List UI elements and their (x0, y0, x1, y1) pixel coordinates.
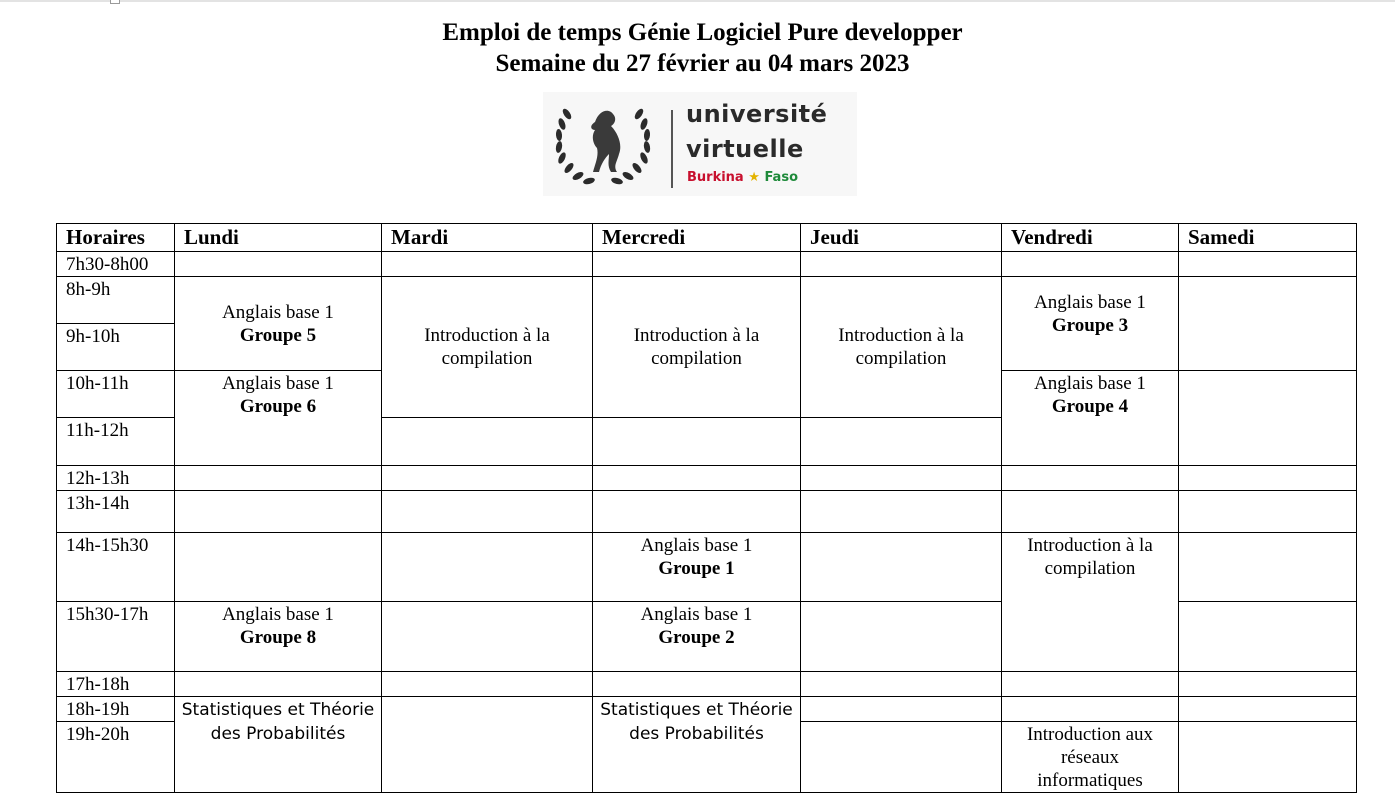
empty-cell (1178, 251, 1357, 277)
time-slot: 17h-18h (56, 671, 175, 697)
empty-cell (1178, 532, 1357, 602)
empty-cell (800, 532, 1002, 602)
empty-cell (1001, 696, 1179, 722)
empty-cell (174, 465, 382, 491)
empty-cell (592, 417, 801, 466)
empty-cell (1178, 721, 1357, 793)
column-header-lundi: Lundi (174, 223, 382, 252)
table-row: 7h30-8h00 (56, 251, 1357, 277)
column-header-vendredi: Vendredi (1001, 223, 1179, 252)
time-slot: 15h30-17h (56, 601, 175, 672)
table-row: 12h-13h (56, 465, 1357, 491)
table-row: 18h-19h Statistiques et Théorie des Proba… (56, 696, 1357, 793)
empty-cell (1001, 251, 1179, 277)
time-slot: 11h-12h (56, 417, 175, 466)
empty-cell (381, 532, 593, 602)
time-slot: 14h-15h30 (56, 532, 175, 602)
empty-cell (174, 671, 382, 697)
empty-cell (1178, 601, 1357, 672)
course-cell: Anglais base 1 Groupe 8 (174, 601, 382, 672)
time-slot: 9h-10h (56, 323, 175, 371)
empty-cell (800, 601, 1002, 672)
empty-cell (1178, 696, 1357, 722)
empty-cell (1178, 465, 1357, 491)
course-cell: Statistiques et Théorie des Probabilités (592, 696, 801, 793)
empty-cell (381, 601, 593, 672)
empty-cell (800, 251, 1002, 277)
logo-text-country: Burkina ★ Faso (687, 170, 798, 185)
empty-cell (381, 696, 593, 793)
course-cell: Introduction à la compilation (381, 276, 593, 418)
empty-cell (1001, 671, 1179, 697)
table-row: 8h-9h Anglais base 1 Groupe 5 Introductio… (56, 276, 1357, 418)
empty-cell (800, 721, 1002, 793)
empty-cell (381, 251, 593, 277)
empty-cell (1001, 465, 1179, 491)
table-row: 13h-14h (56, 490, 1357, 533)
time-slot: 12h-13h (56, 465, 175, 491)
empty-cell (1001, 490, 1179, 533)
empty-cell (381, 490, 593, 533)
empty-cell (592, 671, 801, 697)
empty-cell (381, 465, 593, 491)
column-header-samedi: Samedi (1178, 223, 1357, 252)
empty-cell (381, 671, 593, 697)
laurel-horse-emblem-icon (555, 108, 673, 188)
time-slot: 19h-20h (56, 721, 175, 793)
empty-cell (1178, 490, 1357, 533)
course-cell: Anglais base 1 Groupe 3 (1001, 276, 1179, 371)
course-cell: Introduction à la compilation (1001, 532, 1179, 672)
page-title: Emploi de temps Génie Logiciel Pure deve… (442, 19, 963, 46)
timetable: Horaires Lundi Mardi Mercredi Jeudi Vend… (56, 223, 1357, 793)
table-header-row: Horaires Lundi Mardi Mercredi Jeudi Vend… (56, 223, 1357, 252)
empty-cell (174, 532, 382, 602)
time-slot: 7h30-8h00 (56, 251, 175, 277)
empty-cell (800, 490, 1002, 533)
university-logo: université virtuelle Burkina ★ Faso (543, 92, 857, 196)
table-row: 14h-15h30 Anglais base 1 Groupe 1 Introdu… (56, 532, 1357, 672)
course-cell: Anglais base 1 Groupe 4 (1001, 370, 1179, 466)
empty-cell (174, 251, 382, 277)
empty-cell (381, 417, 593, 466)
time-slot: 13h-14h (56, 490, 175, 533)
empty-cell (174, 490, 382, 533)
course-cell: Anglais base 1 Groupe 1 (592, 532, 801, 602)
time-slot: 18h-19h (56, 696, 175, 722)
course-cell: Anglais base 1 Groupe 5 (174, 276, 382, 371)
column-header-jeudi: Jeudi (800, 223, 1002, 252)
empty-cell (800, 696, 1002, 722)
column-header-horaires: Horaires (56, 223, 175, 252)
course-cell: Anglais base 1 Groupe 6 (174, 370, 382, 466)
course-cell: Anglais base 1 Groupe 2 (592, 601, 801, 672)
logo-text-universite: université (686, 100, 828, 128)
star-icon: ★ (748, 170, 760, 185)
empty-cell (1178, 370, 1357, 466)
course-cell: Introduction aux réseaux informatiques (1001, 721, 1179, 793)
table-row: 17h-18h (56, 671, 1357, 697)
top-border-line (0, 0, 1395, 2)
empty-cell (592, 251, 801, 277)
course-cell: Statistiques et Théorie des Probabilités (174, 696, 382, 793)
empty-cell (592, 490, 801, 533)
empty-cell (800, 465, 1002, 491)
empty-cell (1178, 671, 1357, 697)
logo-text-virtuelle: virtuelle (686, 135, 804, 163)
course-cell: Introduction à la compilation (800, 276, 1002, 418)
document-edge-marker (110, 0, 120, 4)
time-slot: 10h-11h (56, 370, 175, 418)
column-header-mardi: Mardi (381, 223, 593, 252)
empty-cell (1178, 276, 1357, 371)
empty-cell (592, 465, 801, 491)
column-header-mercredi: Mercredi (592, 223, 801, 252)
page-subtitle: Semaine du 27 février au 04 mars 2023 (495, 50, 910, 77)
empty-cell (800, 417, 1002, 466)
empty-cell (800, 671, 1002, 697)
course-cell: Introduction à la compilation (592, 276, 801, 418)
time-slot: 8h-9h (56, 276, 175, 324)
